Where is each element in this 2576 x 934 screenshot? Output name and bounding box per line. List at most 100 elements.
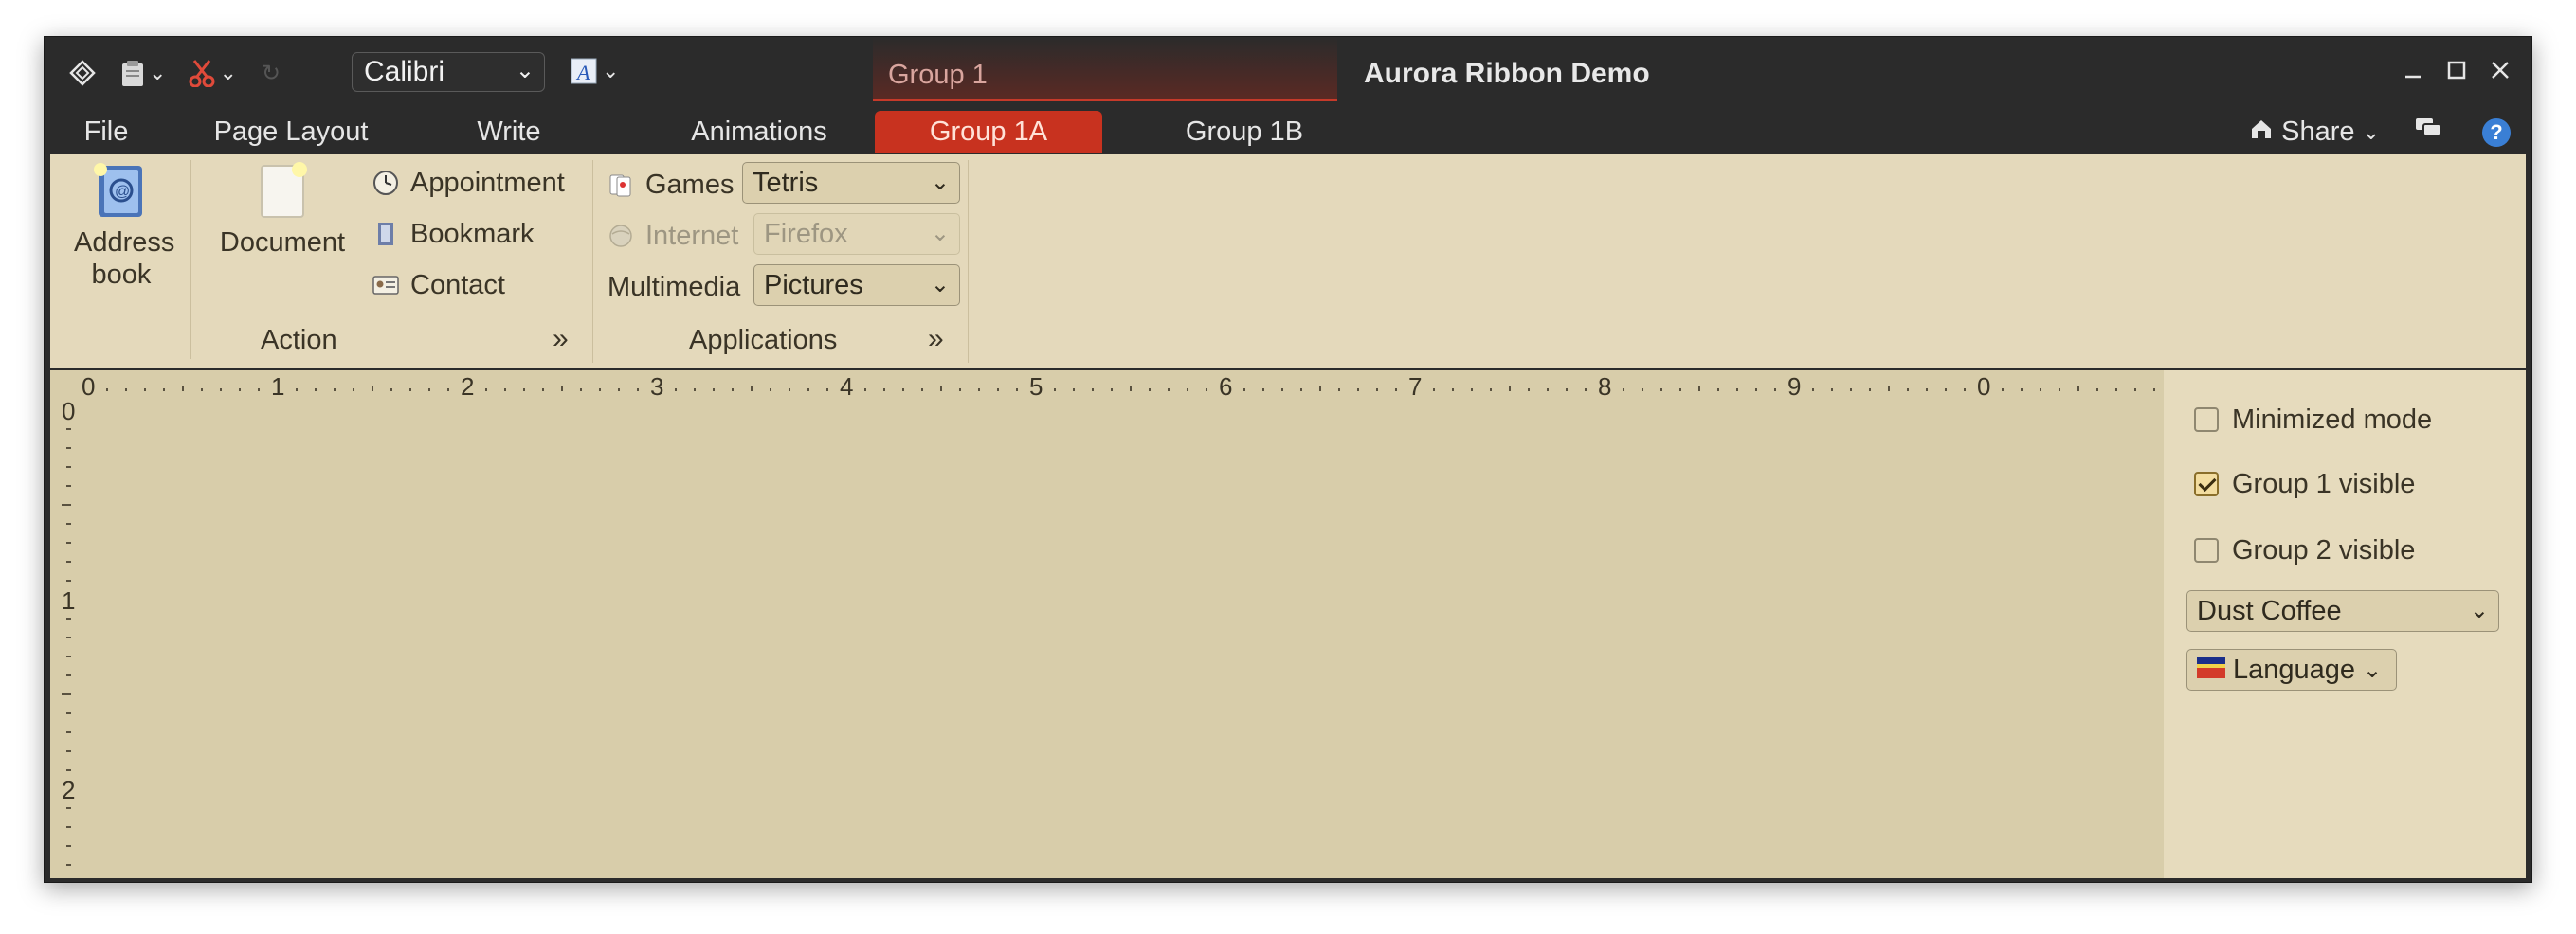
action-group-launcher-icon[interactable]: » bbox=[553, 323, 569, 355]
multimedia-label: Multimedia bbox=[608, 271, 741, 302]
minimized-mode-label: Minimized mode bbox=[2232, 404, 2433, 435]
separator bbox=[968, 160, 969, 363]
checkbox-box[interactable] bbox=[2194, 472, 2219, 496]
tab-group-1a[interactable]: Group 1A bbox=[875, 111, 1102, 153]
chevron-down-icon: ⌄ bbox=[2363, 656, 2383, 683]
bookmark-button[interactable]: Bookmark bbox=[372, 213, 535, 255]
contextual-group-header: Group 1 bbox=[873, 37, 1337, 101]
clock-icon bbox=[372, 170, 399, 196]
tab-file[interactable]: File bbox=[69, 111, 143, 153]
font-family-value: Calibri bbox=[364, 56, 445, 87]
ruler-label: 0 bbox=[82, 372, 96, 401]
games-combo[interactable]: Tetris ⌄ bbox=[742, 162, 960, 204]
ruler-label: 3 bbox=[650, 372, 664, 401]
share-label: Share bbox=[2281, 117, 2355, 147]
content-area: 0 1 2 3 4 5 6 7 8 9 0 0 1 2 Minimized mode Group 1 v… bbox=[50, 370, 2526, 878]
ruler-label: 1 bbox=[62, 586, 76, 615]
title-bar: ⌄ ⌄ ↻ Calibri ⌄ A ⌄ Group 1 Aurora Ribbo… bbox=[45, 37, 2531, 107]
playing-cards-icon bbox=[608, 171, 634, 198]
applications-group-launcher-icon[interactable]: » bbox=[928, 323, 944, 355]
games-label: Games bbox=[645, 169, 735, 200]
ruler-label: 0 bbox=[1977, 372, 1991, 401]
ruler-label: 6 bbox=[1219, 372, 1233, 401]
font-style-icon[interactable]: A ⌄ bbox=[570, 50, 619, 92]
tab-animations[interactable]: Animations bbox=[664, 111, 854, 153]
address-book-label: Address book bbox=[74, 227, 175, 290]
checkbox-box[interactable] bbox=[2194, 407, 2219, 432]
internet-label: Internet bbox=[645, 220, 739, 251]
redo-icon: ↻ bbox=[261, 60, 281, 86]
share-button[interactable]: Share ⌄ bbox=[2249, 117, 2380, 148]
ribbon-band: @ Address book Document Appointment Book… bbox=[50, 154, 2526, 370]
document-button[interactable]: Document bbox=[211, 162, 354, 259]
app-menu-icon[interactable] bbox=[62, 52, 103, 94]
address-book-icon: @ bbox=[93, 162, 150, 221]
address-book-button[interactable]: @ Address book bbox=[60, 162, 183, 291]
chevron-down-icon: ⌄ bbox=[930, 221, 950, 246]
ruler-label: 2 bbox=[62, 776, 76, 804]
help-icon[interactable]: ? bbox=[2482, 118, 2511, 147]
group2-visible-checkbox[interactable]: Group 2 visible bbox=[2194, 531, 2415, 569]
skin-value: Dust Coffee bbox=[2197, 595, 2342, 626]
internet-row: Internet bbox=[608, 215, 738, 257]
games-row: Games bbox=[608, 164, 734, 206]
globe-icon bbox=[608, 223, 634, 249]
app-window: ⌄ ⌄ ↻ Calibri ⌄ A ⌄ Group 1 Aurora Ribbo… bbox=[44, 36, 2532, 883]
horizontal-ruler bbox=[106, 386, 2155, 391]
separator bbox=[592, 160, 593, 363]
checkbox-box[interactable] bbox=[2194, 538, 2219, 563]
chevron-down-icon[interactable]: ⌄ bbox=[219, 61, 236, 85]
close-icon[interactable] bbox=[2490, 56, 2511, 88]
chevron-down-icon: ⌄ bbox=[2469, 598, 2489, 623]
language-button[interactable]: Language ⌄ bbox=[2186, 649, 2397, 691]
contact-button[interactable]: Contact bbox=[372, 264, 505, 306]
chevron-down-icon[interactable]: ⌄ bbox=[149, 61, 166, 85]
group1-visible-checkbox[interactable]: Group 1 visible bbox=[2194, 465, 2415, 503]
quick-access-toolbar: ⌄ ⌄ ↻ bbox=[62, 50, 292, 96]
bookmark-label: Bookmark bbox=[410, 218, 535, 249]
contact-card-icon bbox=[372, 272, 399, 298]
ruler-label: 4 bbox=[840, 372, 854, 401]
document-label: Document bbox=[219, 227, 346, 258]
paste-icon[interactable]: ⌄ bbox=[120, 52, 166, 94]
chevron-down-icon[interactable]: ⌄ bbox=[602, 59, 619, 83]
multimedia-value: Pictures bbox=[764, 269, 863, 300]
multimedia-row: Multimedia bbox=[608, 266, 740, 308]
bookmark-icon bbox=[372, 221, 399, 247]
chevron-down-icon: ⌄ bbox=[930, 272, 950, 297]
skin-combo[interactable]: Dust Coffee ⌄ bbox=[2186, 590, 2499, 632]
font-family-combo[interactable]: Calibri ⌄ bbox=[352, 52, 545, 92]
chevron-down-icon: ⌄ bbox=[515, 58, 535, 83]
chevron-down-icon: ⌄ bbox=[930, 170, 950, 195]
separator bbox=[190, 160, 191, 359]
ruler-label: 1 bbox=[271, 372, 285, 401]
applications-group-label: Applications bbox=[689, 325, 838, 355]
comments-icon[interactable] bbox=[2414, 117, 2442, 148]
group2-visible-label: Group 2 visible bbox=[2232, 534, 2416, 566]
tab-write[interactable]: Write bbox=[462, 111, 556, 153]
document-canvas[interactable]: 0 1 2 3 4 5 6 7 8 9 0 0 1 2 bbox=[50, 370, 2164, 878]
appointment-label: Appointment bbox=[410, 167, 565, 198]
options-panel: Minimized mode Group 1 visible Group 2 v… bbox=[2164, 370, 2526, 878]
ruler-label: 7 bbox=[1408, 372, 1423, 401]
appointment-button[interactable]: Appointment bbox=[372, 162, 565, 204]
maximize-icon[interactable] bbox=[2446, 56, 2467, 88]
ruler-label: 5 bbox=[1029, 372, 1043, 401]
window-controls bbox=[2403, 56, 2511, 88]
tab-page-layout[interactable]: Page Layout bbox=[187, 111, 395, 153]
svg-text:@: @ bbox=[115, 184, 130, 200]
tab-group-1b[interactable]: Group 1B bbox=[1131, 111, 1358, 153]
ribbon-tab-bar: File Page Layout Write Animations Group … bbox=[45, 107, 2531, 154]
minimize-icon[interactable] bbox=[2403, 56, 2423, 88]
ruler-label: 2 bbox=[461, 372, 475, 401]
minimized-mode-checkbox[interactable]: Minimized mode bbox=[2194, 401, 2432, 439]
window-title: Aurora Ribbon Demo bbox=[1364, 58, 1650, 89]
action-group-label: Action bbox=[261, 325, 337, 355]
internet-value: Firefox bbox=[764, 218, 848, 249]
ruler-label: 8 bbox=[1598, 372, 1612, 401]
ruler-label: 0 bbox=[62, 397, 76, 425]
internet-combo: Firefox ⌄ bbox=[753, 213, 960, 255]
multimedia-combo[interactable]: Pictures ⌄ bbox=[753, 264, 960, 306]
document-icon bbox=[254, 162, 311, 221]
cut-icon[interactable]: ⌄ bbox=[189, 52, 237, 94]
